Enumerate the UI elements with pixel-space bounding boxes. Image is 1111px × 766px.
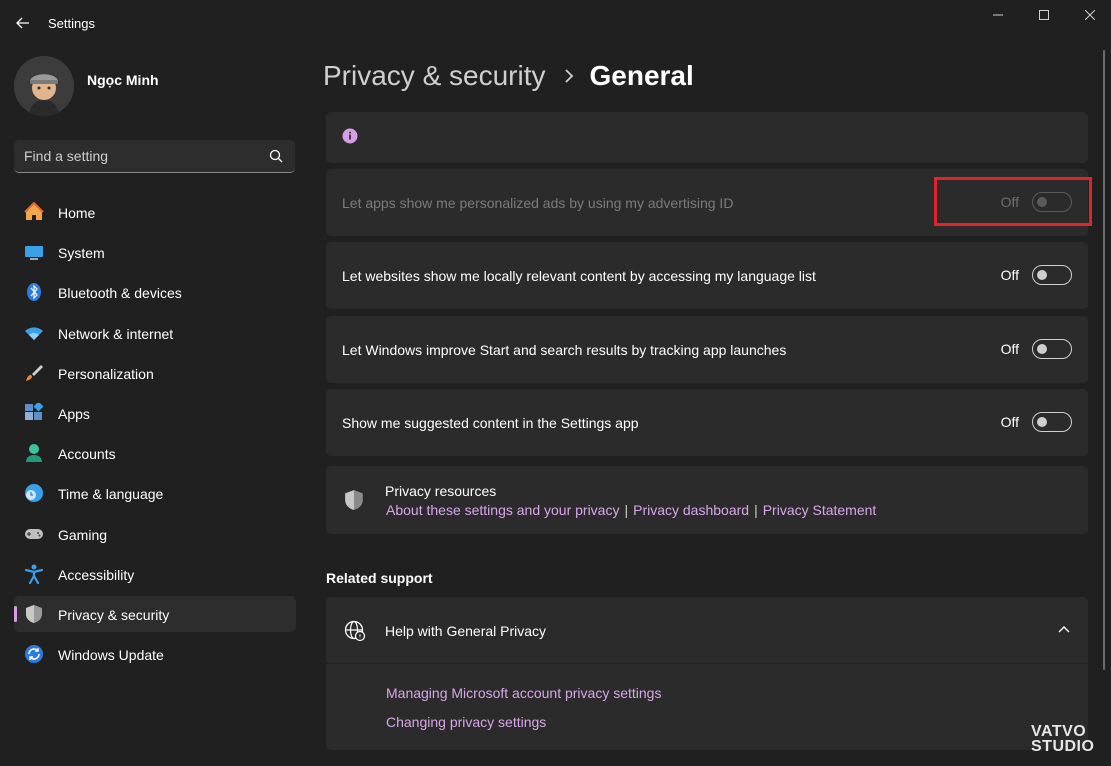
back-button[interactable] <box>12 12 34 34</box>
link-privacy-dashboard[interactable]: Privacy dashboard <box>633 502 749 518</box>
search-box[interactable] <box>14 140 295 173</box>
setting-suggested-content: Show me suggested content in the Setting… <box>326 389 1088 456</box>
privacy-links: About these settings and your privacy | … <box>386 502 877 518</box>
language-list-toggle[interactable]: Off <box>1001 265 1072 285</box>
toggle-switch[interactable] <box>1032 412 1072 432</box>
setting-label: Let apps show me personalized ads by usi… <box>342 195 734 211</box>
avatar-icon <box>14 56 74 116</box>
minimize-icon <box>993 14 1003 16</box>
sidebar-item-windows-update[interactable]: Windows Update <box>14 636 296 672</box>
search-input[interactable] <box>24 140 264 172</box>
gamepad-icon <box>25 528 43 539</box>
suggested-content-toggle[interactable]: Off <box>1001 412 1072 432</box>
close-button[interactable] <box>1081 6 1099 24</box>
clock-globe-icon <box>25 484 43 503</box>
sidebar-item-system[interactable]: System <box>14 234 296 270</box>
shield-icon <box>26 604 42 623</box>
home-icon <box>24 202 44 220</box>
help-title: Help with General Privacy <box>385 623 547 639</box>
app-launches-toggle[interactable]: Off <box>1001 339 1072 359</box>
accounts-icon <box>26 444 42 463</box>
sidebar-item-apps[interactable]: Apps <box>14 395 296 431</box>
sidebar-item-home[interactable]: Home <box>14 194 296 230</box>
globe-icon <box>344 620 366 642</box>
sidebar-item-privacy-security[interactable]: Privacy & security <box>14 595 296 632</box>
sidebar-item-bluetooth[interactable]: Bluetooth & devices <box>14 274 296 310</box>
title-bar: Settings <box>0 0 1111 46</box>
apps-icon <box>25 402 44 420</box>
user-name: Ngọc Minh <box>87 72 159 88</box>
page-title: General <box>589 60 694 91</box>
sidebar-item-network[interactable]: Network & internet <box>14 315 296 351</box>
privacy-resources-title: Privacy resources <box>385 483 497 499</box>
link-about-settings[interactable]: About these settings and your privacy <box>386 502 619 518</box>
sidebar-item-personalization[interactable]: Personalization <box>14 355 296 391</box>
wifi-icon <box>25 326 43 340</box>
active-indicator <box>14 605 17 622</box>
toggle-knob <box>1037 270 1047 280</box>
sidebar-item-accessibility[interactable]: Accessibility <box>14 556 296 592</box>
setting-app-launches: Let Windows improve Start and search res… <box>326 316 1088 383</box>
related-support-title: Related support <box>326 570 433 586</box>
system-icon <box>25 246 43 261</box>
minimize-button[interactable] <box>989 6 1007 24</box>
help-header[interactable]: Help with General Privacy <box>326 597 1088 664</box>
app-title: Settings <box>48 16 95 31</box>
setting-label: Let Windows improve Start and search res… <box>342 342 787 358</box>
breadcrumb: Privacy & security General <box>323 58 694 94</box>
link-privacy-statement[interactable]: Privacy Statement <box>763 502 877 518</box>
scrollbar[interactable] <box>1103 50 1105 670</box>
update-icon <box>25 645 43 664</box>
watermark-logo: VATVO STUDIO <box>1031 723 1095 755</box>
setting-language-list: Let websites show me locally relevant co… <box>326 242 1088 309</box>
back-arrow-icon <box>16 17 29 29</box>
maximize-button[interactable] <box>1035 6 1053 24</box>
avatar[interactable] <box>14 56 74 116</box>
toggle-switch[interactable] <box>1032 339 1072 359</box>
help-card: Help with General Privacy Managing Micro… <box>326 597 1088 750</box>
privacy-resources-card: Privacy resources About these settings a… <box>326 466 1088 534</box>
toggle-knob <box>1037 417 1047 427</box>
chevron-up-icon[interactable] <box>1058 625 1070 633</box>
accessibility-icon <box>24 564 44 584</box>
brush-icon <box>26 364 43 381</box>
info-banner <box>326 112 1088 163</box>
link-changing-privacy[interactable]: Changing privacy settings <box>386 714 546 730</box>
setting-label: Show me suggested content in the Setting… <box>342 415 639 431</box>
breadcrumb-parent[interactable]: Privacy & security <box>323 60 546 92</box>
toggle-switch[interactable] <box>1032 265 1072 285</box>
setting-label: Let websites show me locally relevant co… <box>342 268 816 284</box>
close-icon <box>1085 10 1095 20</box>
link-managing-privacy[interactable]: Managing Microsoft account privacy setti… <box>386 685 661 701</box>
toggle-knob <box>1037 344 1047 354</box>
shield-icon <box>345 490 363 510</box>
highlight-annotation <box>934 177 1092 226</box>
bluetooth-icon <box>27 283 41 302</box>
chevron-right-icon <box>564 69 573 83</box>
sidebar-item-time-language[interactable]: Time & language <box>14 475 296 511</box>
info-icon <box>342 128 358 144</box>
sidebar-item-gaming[interactable]: Gaming <box>14 516 296 552</box>
sidebar-nav: Home System Bluetooth & devices Network … <box>14 194 296 676</box>
search-icon[interactable] <box>269 149 283 163</box>
sidebar-item-accounts[interactable]: Accounts <box>14 435 296 471</box>
maximize-icon <box>1039 10 1049 20</box>
